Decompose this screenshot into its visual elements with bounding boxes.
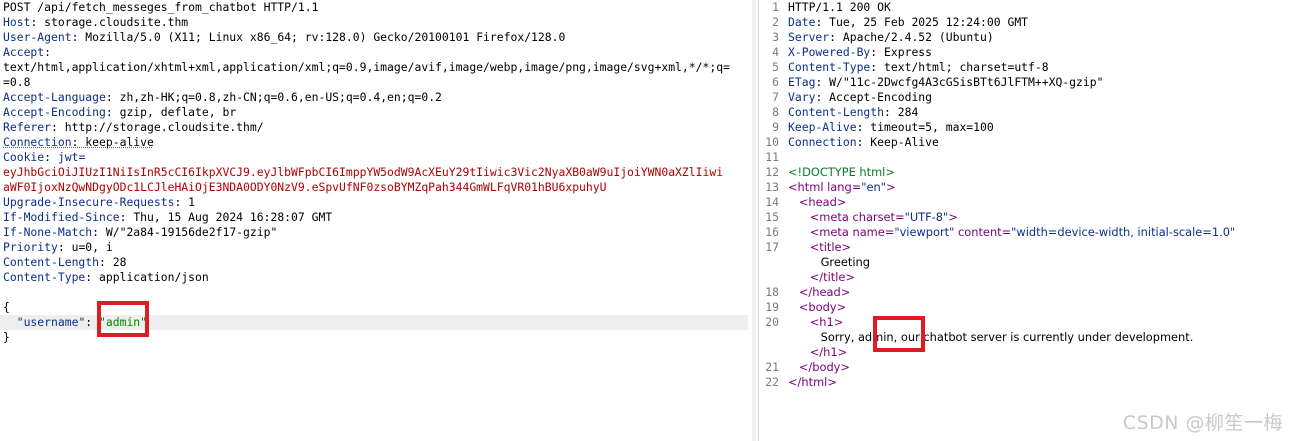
- res-header-date: Date: Tue, 25 Feb 2025 12:24:00 GMT: [788, 15, 1029, 29]
- username-highlight-box: [97, 301, 149, 337]
- line-number: 21: [765, 360, 779, 374]
- res-header-content-type: Content-Type: text/html; charset=utf-8: [788, 60, 1049, 74]
- line-number: 15: [765, 210, 779, 224]
- line-number: 19: [765, 300, 779, 314]
- head-open-tag: <head>: [798, 195, 847, 209]
- body-open-tag: <body>: [798, 300, 847, 314]
- admin-highlight-box: [873, 316, 925, 352]
- res-header-content-length: Content-Length: 284: [788, 105, 919, 119]
- title-text: Greeting: [820, 255, 870, 269]
- res-header-server: Server: Apache/2.4.52 (Ubuntu): [788, 30, 994, 44]
- header-referer: Referer: http://storage.cloudsite.thm/: [3, 120, 264, 134]
- line-number: [759, 330, 779, 345]
- meta-charset-tag: <meta charset="UTF-8">: [809, 210, 958, 224]
- header-user-agent: User-Agent: Mozilla/5.0 (X11; Linux x86_…: [3, 30, 566, 44]
- line-number: 4: [772, 45, 779, 59]
- header-accept: Accept:: [3, 45, 52, 59]
- title-close-tag: </title>: [809, 270, 855, 284]
- cookie-jwt-line-2: aWF0IjoxNzQwNDgyODc1LCJleHAiOjE3NDA0ODY0…: [3, 180, 607, 194]
- line-number: 14: [765, 195, 779, 209]
- response-content: HTTP/1.1 200 OK Date: Tue, 25 Feb 2025 1…: [788, 0, 1235, 390]
- line-number: [759, 270, 779, 285]
- res-header-etag: ETag: W/"11c-2Dwcfg4A3cGSisBTt6JlFTM++XQ…: [788, 75, 1104, 89]
- cookie-jwt-line-1: eyJhbGciOiJIUzI1NiIsInR5cCI6IkpXVCJ9.eyJ…: [3, 165, 724, 179]
- line-number: 1: [772, 0, 779, 14]
- response-status: HTTP/1.1 200 OK: [788, 0, 891, 14]
- line-number: 16: [765, 225, 779, 239]
- line-number: [759, 255, 779, 270]
- line-number: 11: [765, 150, 779, 164]
- line-number: 8: [772, 105, 779, 119]
- header-accept-encoding: Accept-Encoding: gzip, deflate, br: [3, 105, 237, 119]
- request-line: POST /api/fetch_messeges_from_chatbot HT…: [3, 0, 319, 14]
- header-if-modified-since: If-Modified-Since: Thu, 15 Aug 2024 16:2…: [3, 210, 333, 224]
- line-number: 3: [772, 30, 779, 44]
- html-close-tag: </html>: [788, 375, 837, 389]
- h1-close-tag: </h1>: [809, 345, 848, 359]
- res-header-vary: Vary: Accept-Encoding: [788, 90, 933, 104]
- h1-text: Sorry, admin, our chatbot server is curr…: [820, 330, 1194, 344]
- line-number: 9: [772, 120, 779, 134]
- meta-viewport-tag: <meta name="viewport" content="width=dev…: [809, 225, 1236, 239]
- header-cookie: Cookie: jwt=: [3, 150, 86, 164]
- res-header-x-powered-by: X-Powered-By: Express: [788, 45, 933, 59]
- header-accept-value-wrap: =0.8: [3, 75, 31, 89]
- html-open-tag: <html lang="en">: [788, 180, 896, 194]
- res-header-keep-alive: Keep-Alive: timeout=5, max=100: [788, 120, 994, 134]
- header-accept-language: Accept-Language: zh,zh-HK;q=0.8,zh-CN;q=…: [3, 90, 442, 104]
- line-number: 22: [765, 375, 779, 389]
- line-number: 20: [765, 315, 779, 329]
- header-priority: Priority: u=0, i: [3, 240, 113, 254]
- header-upgrade-insecure: Upgrade-Insecure-Requests: 1: [3, 195, 196, 209]
- header-content-length: Content-Length: 28: [3, 255, 127, 269]
- title-open-tag: <title>: [809, 240, 852, 254]
- res-blank-line: [788, 150, 1235, 165]
- header-host: Host: storage.cloudsite.thm: [3, 15, 189, 29]
- line-number: 17: [765, 240, 779, 254]
- request-editor[interactable]: POST /api/fetch_messeges_from_chatbot HT…: [0, 0, 748, 441]
- h1-open-tag: <h1>: [809, 315, 844, 329]
- response-viewer[interactable]: 1 2 3 4 5 6 7 8 9 10 11 12 13 14 15 16 17 18 19 20 21 22 HTTP…: [758, 0, 1291, 441]
- body-close-tag: </body>: [798, 360, 850, 374]
- header-content-type: Content-Type: application/json: [3, 270, 209, 284]
- line-number: 6: [772, 75, 779, 89]
- line-number: 7: [772, 90, 779, 104]
- line-number: 18: [765, 285, 779, 299]
- pane-divider[interactable]: [752, 0, 756, 441]
- line-number: 12: [765, 165, 779, 179]
- line-number: 2: [772, 15, 779, 29]
- line-number: 5: [772, 60, 779, 74]
- res-header-connection: Connection: Keep-Alive: [788, 135, 939, 149]
- header-accept-value: text/html,application/xhtml+xml,applicat…: [3, 60, 730, 74]
- header-connection: Connection: keep-alive: [3, 135, 154, 149]
- header-if-none-match: If-None-Match: W/"2a84-19156de2f17-gzip": [3, 225, 278, 239]
- line-number: [759, 345, 779, 360]
- head-close-tag: </head>: [798, 285, 851, 299]
- line-number: 13: [765, 180, 779, 194]
- html-doctype: <!DOCTYPE html>: [788, 165, 895, 179]
- line-number: 10: [765, 135, 779, 149]
- watermark: CSDN @柳笙一梅: [1122, 412, 1283, 434]
